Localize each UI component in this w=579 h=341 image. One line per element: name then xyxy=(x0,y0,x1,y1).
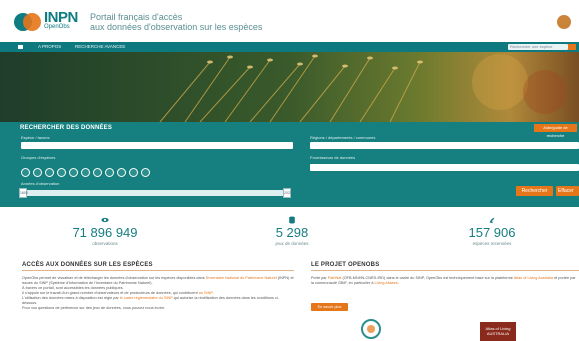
stat-value: 71 896 949 xyxy=(72,225,138,240)
slider-handle-min[interactable]: 1600 xyxy=(19,188,28,198)
access-paragraph-5: Pour vos questions de pertinence sur des… xyxy=(22,306,166,310)
access-heading: ACCÈS AUX DONNÉES SUR LES ESPÈCES xyxy=(22,262,153,268)
search-submit-button[interactable] xyxy=(568,44,576,50)
banner-grass-image xyxy=(159,54,567,122)
access-section: ACCÈS AUX DONNÉES SUR LES ESPÈCES xyxy=(22,262,294,271)
eye-icon xyxy=(101,217,109,223)
tagline-line-1: Portail français d'accès xyxy=(90,12,183,22)
group-chip-8[interactable] xyxy=(105,168,114,177)
clear-button[interactable]: Effacer xyxy=(556,186,579,196)
ala-partner-logo[interactable]: Atlas of Living AUSTRALIA xyxy=(480,322,516,341)
nav-item-about[interactable]: A PROPOS xyxy=(38,44,61,49)
living-atlases-link[interactable]: Living Atlases xyxy=(375,281,398,285)
top-nav: A PROPOS RECHERCHE AVANCEE Rechercher un… xyxy=(0,42,579,52)
stat-species: 157 906 espèces recensées xyxy=(432,216,552,246)
slider-handle-max[interactable]: 2023 xyxy=(283,188,292,198)
site-tagline: Portail français d'accès aux données d'o… xyxy=(90,12,310,32)
stat-observations: 71 896 949 observations xyxy=(45,216,165,246)
site-header: INPN OpenObs Portail français d'accès au… xyxy=(0,0,579,42)
inpn-logo[interactable]: INPN OpenObs xyxy=(14,9,78,34)
group-chip-11[interactable] xyxy=(141,168,150,177)
lizard-icon xyxy=(489,217,495,224)
years-slider[interactable]: 1600 2023 xyxy=(19,188,292,198)
nav-item-advanced-search[interactable]: RECHERCHE AVANCEE xyxy=(75,44,125,49)
project-heading: LE PROJET OPENOBS xyxy=(311,262,380,268)
regions-field[interactable] xyxy=(310,142,579,149)
access-paragraph-4: L'utilisation des données mises à dispos… xyxy=(22,296,279,305)
section-divider xyxy=(311,270,579,271)
providers-field[interactable] xyxy=(310,164,579,171)
tagline-line-2: aux données d'observation sur les espèce… xyxy=(90,22,263,32)
sinp-framework-link[interactable]: le cadre réglementaire du SINP xyxy=(120,296,173,300)
groups-label: Groupes d'espèces xyxy=(21,155,56,160)
group-chip-3[interactable] xyxy=(45,168,54,177)
stat-value: 5 298 xyxy=(275,225,309,240)
sinp-link[interactable]: au SINP xyxy=(199,291,213,295)
providers-label: Fournisseurs de données xyxy=(310,155,356,160)
mascot-icon xyxy=(557,15,571,29)
ala-link[interactable]: Atlas of Living Australia xyxy=(514,276,553,280)
search-help-button[interactable]: Aide/guide de recherche xyxy=(534,124,577,138)
hero-banner xyxy=(0,52,579,122)
section-divider xyxy=(22,270,294,271)
patrinat-link[interactable]: PatriNat xyxy=(328,276,342,280)
years-label: Années d'observation xyxy=(21,181,60,186)
group-chip-9[interactable] xyxy=(117,168,126,177)
search-button[interactable]: Rechercher xyxy=(516,186,553,196)
access-paragraph-1: OpenObs permet de visualiser et de téléc… xyxy=(22,276,294,285)
stat-caption: observations xyxy=(92,241,118,246)
stat-value: 157 906 xyxy=(468,225,516,240)
stat-caption: jeux de données xyxy=(275,241,309,246)
search-panel-title: RECHERCHER DES DONNÉES xyxy=(20,125,113,131)
stat-caption: espèces recensées xyxy=(472,241,512,246)
home-icon[interactable] xyxy=(18,45,23,49)
project-section: LE PROJET OPENOBS xyxy=(311,262,579,271)
species-search-input[interactable]: Rechercher une espèce xyxy=(508,44,568,50)
database-icon xyxy=(289,216,295,224)
group-chip-1[interactable] xyxy=(21,168,30,177)
group-chip-6[interactable] xyxy=(81,168,90,177)
logo-subtext: OpenObs xyxy=(44,24,70,30)
species-field[interactable] xyxy=(21,142,293,149)
group-chip-4[interactable] xyxy=(57,168,66,177)
learn-more-button[interactable]: En savoir plus xyxy=(311,303,348,311)
inpn-link[interactable]: l'Inventaire National du Patrimoine Natu… xyxy=(206,276,277,280)
group-chip-7[interactable] xyxy=(93,168,102,177)
gbif-partner-logo[interactable] xyxy=(360,318,382,340)
stat-datasets: 5 298 jeux de données xyxy=(232,216,352,246)
project-text: Porté par PatriNat (OFB-MNHN-CNRS-IRD) d… xyxy=(311,276,576,285)
access-text: OpenObs permet de visualiser et de téléc… xyxy=(22,276,294,311)
regions-label: Régions / départements / communes xyxy=(310,135,376,140)
logo-mark-accent xyxy=(23,13,41,31)
group-chip-2[interactable] xyxy=(33,168,42,177)
species-label: Espèce / taxons xyxy=(21,135,50,140)
group-chip-5[interactable] xyxy=(69,168,78,177)
group-chip-10[interactable] xyxy=(129,168,138,177)
